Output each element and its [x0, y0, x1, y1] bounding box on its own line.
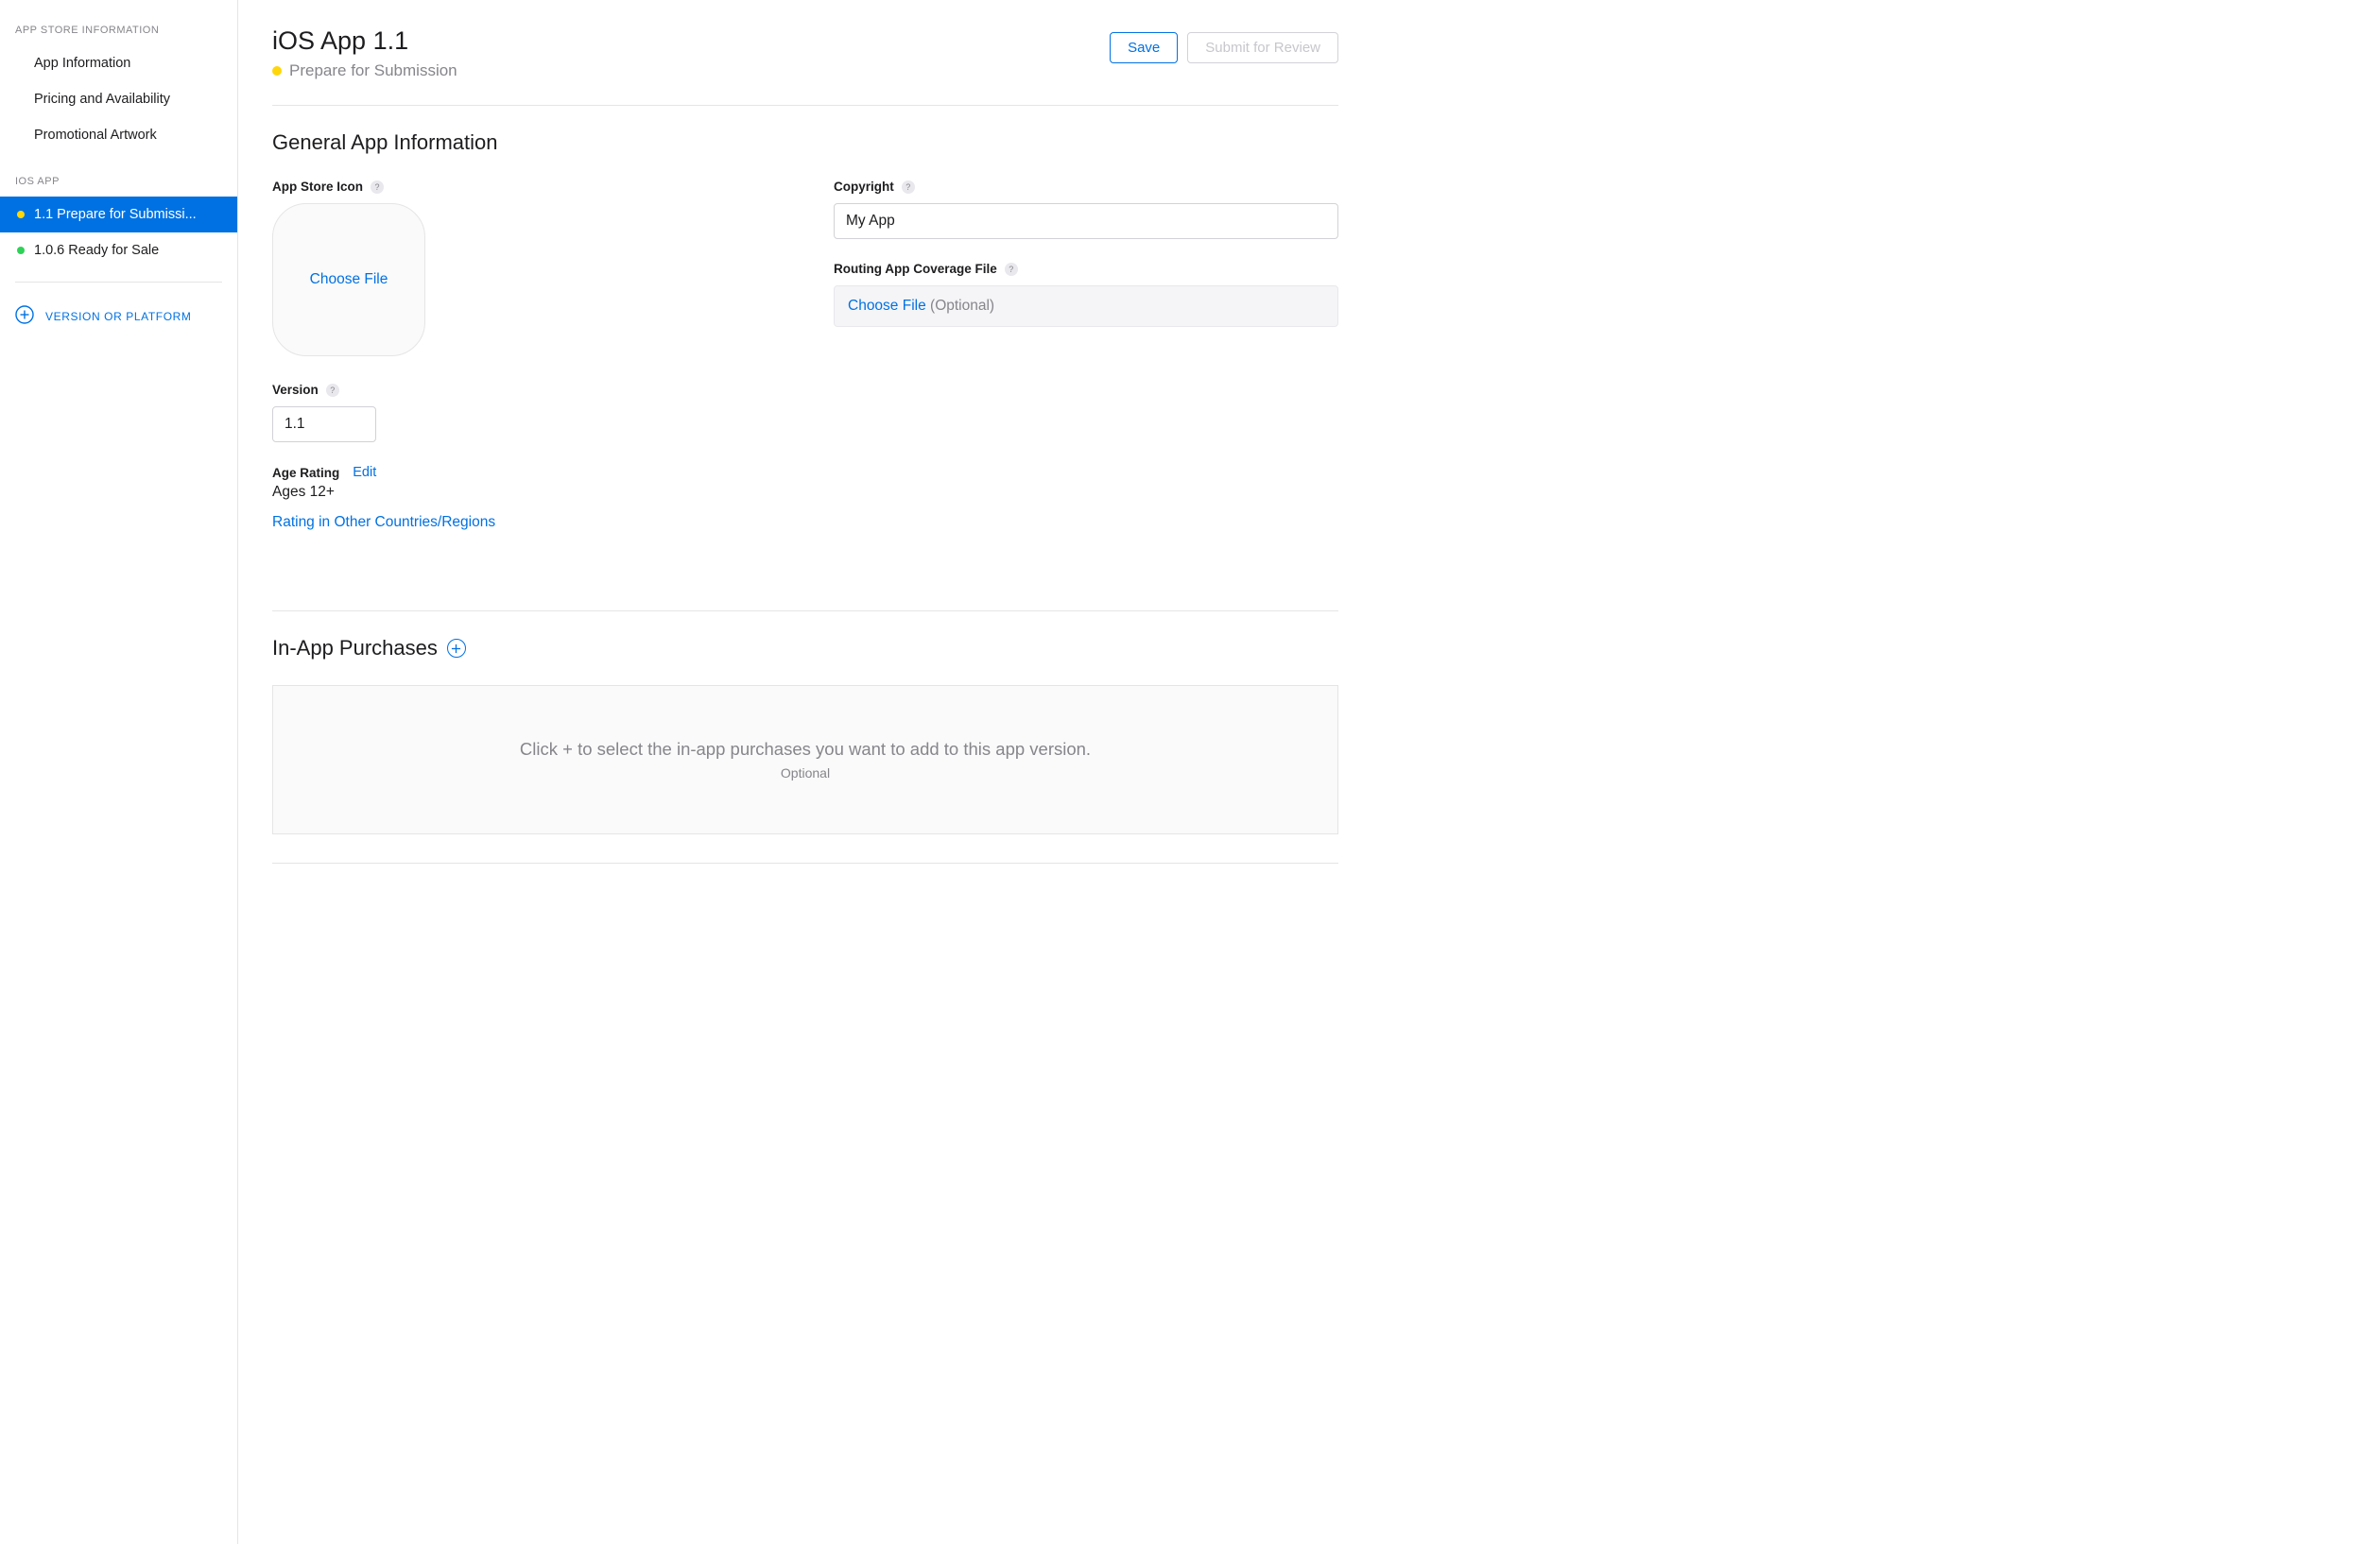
iap-empty-state: Click + to select the in-app purchases y…	[272, 685, 1338, 834]
age-rating-value: Ages 12+	[272, 484, 777, 501]
save-button[interactable]: Save	[1110, 32, 1178, 63]
status-dot-icon	[17, 247, 25, 254]
sidebar-item-label: 1.0.6 Ready for Sale	[34, 243, 159, 258]
iap-optional-text: Optional	[292, 765, 1319, 781]
status-line: Prepare for Submission	[272, 61, 457, 80]
section-title-iap: In-App Purchases	[272, 636, 1338, 660]
app-icon-dropzone[interactable]: Choose File	[272, 203, 425, 356]
add-version-button[interactable]: VERSION OR PLATFORM	[0, 296, 237, 336]
sidebar-item-label: 1.1 Prepare for Submissi...	[34, 207, 197, 222]
field-label-routing-file: Routing App Coverage File ?	[834, 262, 1338, 276]
add-iap-button[interactable]	[447, 639, 466, 658]
copyright-input[interactable]	[834, 203, 1338, 239]
divider	[272, 610, 1338, 611]
sidebar-item-app-information[interactable]: App Information	[0, 45, 237, 81]
field-label-age-rating: Age Rating	[272, 466, 339, 480]
status-dot-icon	[272, 66, 282, 76]
status-dot-icon	[17, 211, 25, 218]
sidebar: APP STORE INFORMATION App Information Pr…	[0, 0, 238, 1544]
sidebar-section-store-info: APP STORE INFORMATION	[0, 21, 237, 45]
field-label-version: Version ?	[272, 383, 777, 397]
add-version-label: VERSION OR PLATFORM	[45, 310, 192, 323]
help-icon[interactable]: ?	[1005, 263, 1018, 276]
rating-other-countries-link[interactable]: Rating in Other Countries/Regions	[272, 514, 495, 531]
status-text: Prepare for Submission	[289, 61, 457, 80]
sidebar-item-version-1-0-6[interactable]: 1.0.6 Ready for Sale	[0, 232, 237, 268]
iap-empty-text: Click + to select the in-app purchases y…	[292, 739, 1319, 760]
help-icon[interactable]: ?	[902, 180, 915, 194]
plus-circle-icon	[15, 305, 34, 327]
page-title: iOS App 1.1	[272, 26, 457, 56]
divider	[272, 105, 1338, 106]
field-label-copyright: Copyright ?	[834, 180, 1338, 194]
sidebar-item-promotional-artwork[interactable]: Promotional Artwork	[0, 117, 237, 153]
section-title-general: General App Information	[272, 130, 1338, 155]
sidebar-item-pricing[interactable]: Pricing and Availability	[0, 81, 237, 117]
submit-for-review-button: Submit for Review	[1187, 32, 1338, 63]
help-icon[interactable]: ?	[326, 384, 339, 397]
version-input[interactable]	[272, 406, 376, 442]
divider	[15, 282, 222, 283]
sidebar-item-version-1-1[interactable]: 1.1 Prepare for Submissi...	[0, 197, 237, 232]
main-content: iOS App 1.1 Prepare for Submission Save …	[238, 0, 1372, 1544]
page-header: iOS App 1.1 Prepare for Submission Save …	[272, 26, 1338, 80]
sidebar-section-ios-app: IOS APP	[0, 172, 237, 197]
routing-file-picker[interactable]: Choose File (Optional)	[834, 285, 1338, 327]
divider	[272, 863, 1338, 864]
field-label-app-store-icon: App Store Icon ?	[272, 180, 777, 194]
edit-age-rating-link[interactable]: Edit	[353, 465, 376, 480]
help-icon[interactable]: ?	[371, 180, 384, 194]
